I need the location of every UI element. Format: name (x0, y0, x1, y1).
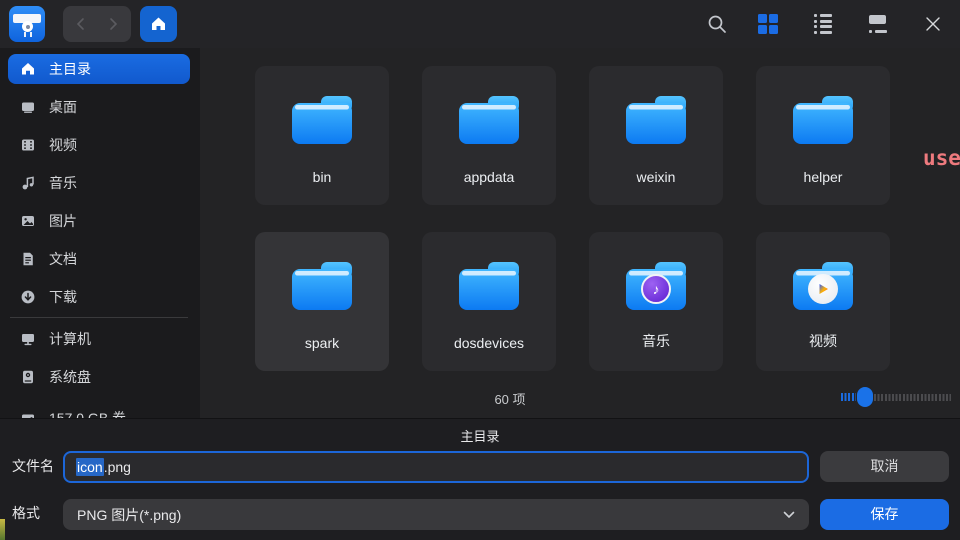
sidebar-item-videos[interactable]: 视频 (8, 130, 190, 160)
folder-tile-music[interactable]: ♪ 音乐 (589, 232, 723, 371)
sidebar-item-system-disk[interactable]: 系统盘 (8, 362, 190, 392)
folder-tile-spark[interactable]: spark (255, 232, 389, 371)
sidebar-item-label: 图片 (49, 211, 77, 231)
documents-icon (20, 251, 36, 267)
folder-name: bin (255, 169, 389, 185)
sidebar-divider (10, 317, 188, 318)
save-dialog-footer: 主目录 文件名 icon.png 取消 格式 PNG 图片(*.png) 保存 (0, 418, 960, 540)
folder-name: 音乐 (589, 331, 723, 351)
folder-tile-videos[interactable]: 视频 (756, 232, 890, 371)
format-label: 格式 (12, 498, 40, 529)
list-view-button[interactable] (801, 0, 845, 48)
compact-view-button[interactable] (856, 0, 900, 48)
current-location-breadcrumb[interactable]: 主目录 (0, 426, 960, 445)
sidebar-item-home[interactable]: 主目录 (8, 54, 190, 84)
sidebar-item-label: 桌面 (49, 97, 77, 117)
folder-tile-helper[interactable]: helper (756, 66, 890, 205)
slider-ticks-active (841, 393, 856, 401)
sidebar-item-documents[interactable]: 文档 (8, 244, 190, 274)
cancel-button[interactable]: 取消 (820, 451, 949, 482)
folder-tile-dosdevices[interactable]: dosdevices (422, 232, 556, 371)
close-icon (925, 16, 941, 32)
filename-input[interactable]: icon.png (63, 451, 809, 483)
background-red-text: use (923, 146, 960, 170)
play-badge-icon (808, 274, 838, 304)
grid-view-icon (758, 14, 778, 34)
system-disk-icon (20, 369, 36, 385)
sidebar-item-label: 音乐 (49, 173, 77, 193)
wallpaper-sliver (0, 519, 5, 540)
sidebar-item-label: 157.0 GB 卷 (49, 408, 126, 418)
folder-icon (457, 94, 521, 146)
folder-tile-weixin[interactable]: weixin (589, 66, 723, 205)
sidebar: 主目录 桌面 视频 音乐 (0, 48, 200, 418)
sidebar-item-computer[interactable]: 计算机 (8, 324, 190, 354)
folder-tile-appdata[interactable]: appdata (422, 66, 556, 205)
filename-selected-text: icon (76, 458, 104, 476)
home-icon (20, 61, 36, 77)
icon-size-slider[interactable] (841, 386, 953, 408)
chevron-right-icon (109, 17, 119, 31)
sidebar-item-label: 文档 (49, 249, 77, 269)
back-button[interactable] (63, 6, 97, 42)
sidebar-item-volume[interactable]: 157.0 GB 卷 (8, 403, 190, 418)
folder-name: 视频 (756, 331, 890, 351)
folder-icon (290, 94, 354, 146)
folder-name: dosdevices (422, 335, 556, 351)
volume-icon (20, 410, 36, 418)
home-button[interactable] (140, 6, 177, 42)
filename-extension-text: .png (104, 459, 131, 475)
format-value: PNG 图片(*.png) (77, 505, 181, 525)
chevron-left-icon (75, 17, 85, 31)
home-icon (150, 16, 167, 32)
sidebar-item-label: 下载 (49, 287, 77, 307)
forward-button[interactable] (97, 6, 131, 42)
folder-icon (457, 260, 521, 312)
file-manager-save-dialog: 主目录 桌面 视频 音乐 (0, 0, 960, 540)
compact-view-icon (869, 15, 887, 33)
folder-name: helper (756, 169, 890, 185)
sidebar-item-label: 计算机 (49, 329, 91, 349)
music-icon (20, 175, 36, 191)
search-icon (707, 14, 727, 34)
sidebar-item-label: 系统盘 (49, 367, 91, 387)
folder-icon (290, 260, 354, 312)
save-button[interactable]: 保存 (820, 499, 949, 530)
sidebar-item-desktop[interactable]: 桌面 (8, 92, 190, 122)
folder-tile-bin[interactable]: bin (255, 66, 389, 205)
grid-view-button[interactable] (746, 0, 790, 48)
downloads-icon (20, 289, 36, 305)
search-button[interactable] (695, 0, 739, 48)
app-icon-dial (22, 21, 33, 32)
folder-icon (624, 94, 688, 146)
folder-icon (791, 94, 855, 146)
titlebar (0, 0, 960, 48)
slider-handle[interactable] (857, 387, 873, 407)
sidebar-item-pictures[interactable]: 图片 (8, 206, 190, 236)
folder-name: weixin (589, 169, 723, 185)
computer-icon (20, 331, 36, 347)
folder-name: spark (255, 335, 389, 351)
folder-name: appdata (422, 169, 556, 185)
pictures-icon (20, 213, 36, 229)
slider-ticks-inactive (874, 394, 951, 401)
sidebar-item-downloads[interactable]: 下载 (8, 282, 190, 312)
sidebar-item-label: 视频 (49, 135, 77, 155)
folder-grid: bin appdata weixin helper (200, 48, 960, 418)
sidebar-item-label: 主目录 (49, 59, 91, 79)
nav-button-group (63, 6, 131, 42)
list-view-icon (814, 14, 832, 34)
file-manager-app-icon (9, 6, 45, 42)
sidebar-item-music[interactable]: 音乐 (8, 168, 190, 198)
item-count: 60 项 (200, 389, 820, 408)
format-dropdown[interactable]: PNG 图片(*.png) (63, 499, 809, 530)
music-note-badge-icon: ♪ (641, 274, 671, 304)
filename-label: 文件名 (12, 451, 54, 482)
close-button[interactable] (911, 0, 955, 48)
chevron-down-icon (783, 511, 795, 519)
desktop-icon (20, 99, 36, 115)
videos-icon (20, 137, 36, 153)
